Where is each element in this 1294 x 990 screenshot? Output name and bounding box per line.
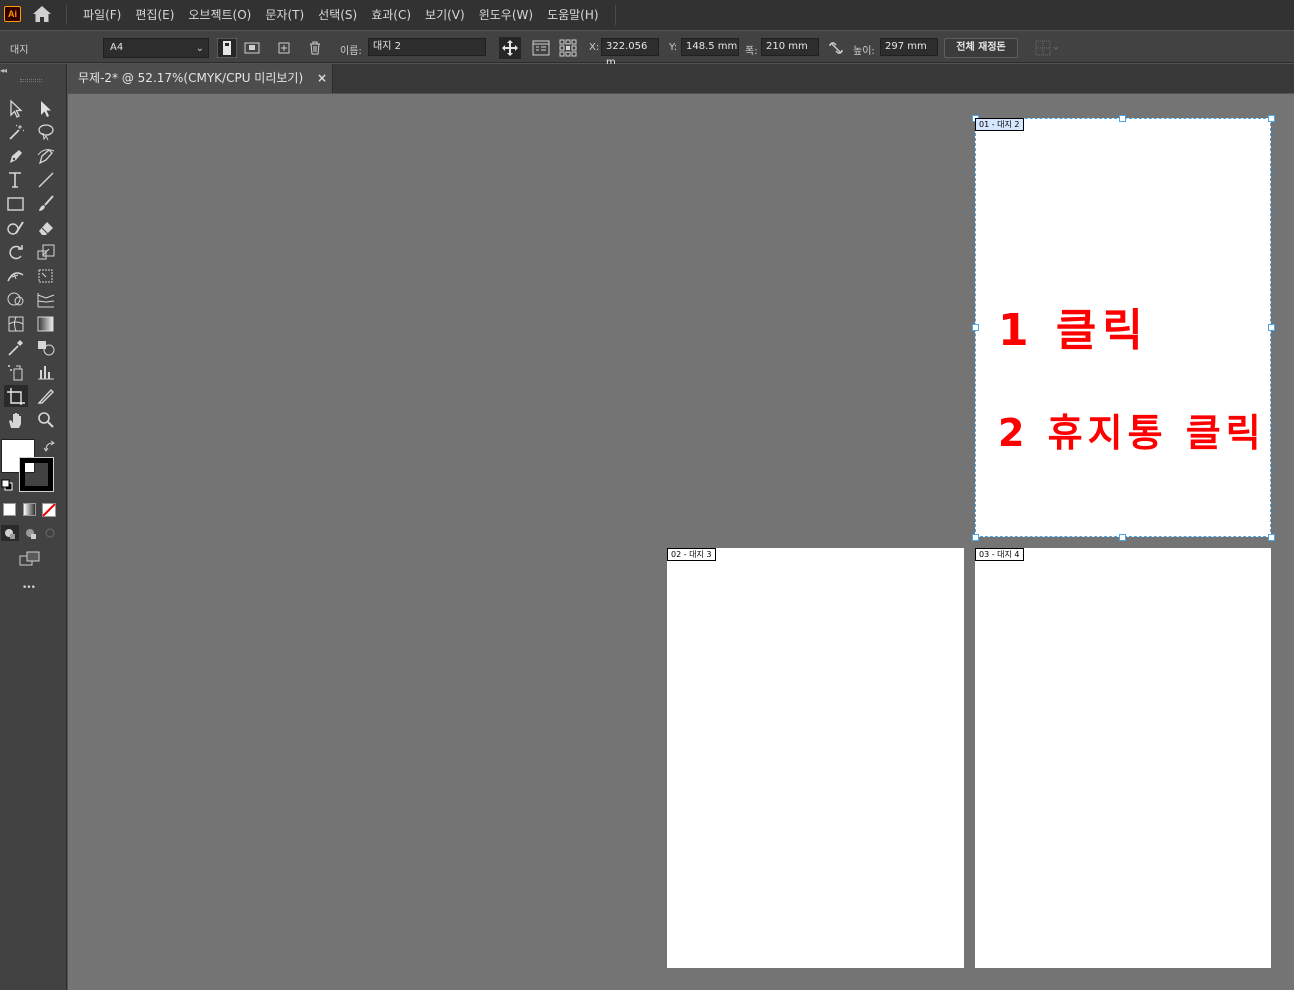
menu-divider bbox=[66, 5, 67, 25]
gradient-tool-icon[interactable] bbox=[34, 313, 58, 335]
blend-tool-icon[interactable] bbox=[34, 337, 58, 359]
shape-builder-tool-icon[interactable] bbox=[4, 289, 28, 311]
y-position-input[interactable]: 148.5 mm bbox=[681, 38, 739, 56]
menu-file[interactable]: 파일(F) bbox=[76, 0, 128, 30]
resize-handle-bottom-right[interactable] bbox=[1268, 534, 1275, 541]
eyedropper-tool-icon[interactable] bbox=[4, 337, 28, 359]
column-graph-tool-icon[interactable] bbox=[34, 361, 58, 383]
zoom-tool-icon[interactable] bbox=[34, 409, 58, 431]
menu-view[interactable]: 보기(V) bbox=[418, 0, 472, 30]
shaper-tool-icon[interactable] bbox=[4, 217, 28, 239]
hand-tool-icon[interactable] bbox=[4, 409, 28, 431]
panel-label: 대지 bbox=[10, 45, 29, 56]
annotation-step2: 2 휴지통 클릭 bbox=[998, 411, 1266, 455]
artboard-preset-select[interactable]: A4 ⌄ bbox=[103, 38, 209, 58]
portrait-orientation-icon[interactable] bbox=[217, 38, 237, 58]
collapse-panel-icon[interactable]: ◂◂ bbox=[0, 66, 7, 75]
default-colors-icon[interactable] bbox=[1, 479, 13, 491]
close-icon[interactable]: × bbox=[317, 64, 327, 92]
slice-tool-icon[interactable] bbox=[34, 385, 58, 407]
width-input[interactable]: 210 mm bbox=[761, 38, 819, 56]
pen-tool-icon[interactable] bbox=[4, 145, 28, 167]
artboard-3[interactable] bbox=[975, 548, 1271, 968]
artboard-tool-icon[interactable] bbox=[4, 385, 28, 407]
draw-normal-icon[interactable] bbox=[1, 525, 19, 541]
resize-handle-right[interactable] bbox=[1268, 324, 1275, 331]
width-tool-icon[interactable] bbox=[4, 265, 28, 287]
eraser-tool-icon[interactable] bbox=[34, 217, 58, 239]
rectangle-tool-icon[interactable] bbox=[4, 193, 28, 215]
symbol-sprayer-tool-icon[interactable] bbox=[4, 361, 28, 383]
artboard-name-input[interactable]: 대지 2 bbox=[368, 38, 486, 56]
gradient-mode-icon[interactable] bbox=[23, 503, 36, 516]
menu-items: 파일(F) 편집(E) 오브젝트(O) 문자(T) 선택(S) 효과(C) 보기… bbox=[76, 0, 606, 30]
annotation-step1: 1 클릭 bbox=[998, 305, 1149, 356]
line-tool-icon[interactable] bbox=[34, 169, 58, 191]
menu-object[interactable]: 오브젝트(O) bbox=[181, 0, 258, 30]
screen-mode-icon[interactable] bbox=[19, 551, 41, 567]
name-label: 이름: bbox=[340, 46, 362, 57]
align-options-icon[interactable] bbox=[1034, 38, 1062, 58]
menu-divider bbox=[615, 5, 616, 25]
canvas[interactable]: 01 - 대지 2 1 클릭 2 휴지통 클릭 02 - 대지 3 03 - 대… bbox=[68, 94, 1294, 990]
menu-bar: Ai 파일(F) 편집(E) 오브젝트(O) 문자(T) 선택(S) 효과(C)… bbox=[0, 0, 1294, 30]
chevron-down-icon: ⌄ bbox=[195, 43, 204, 54]
more-tools-button[interactable]: ••• bbox=[22, 583, 36, 593]
new-artboard-icon[interactable] bbox=[274, 38, 294, 58]
artboard-label-3[interactable]: 03 - 대지 4 bbox=[975, 548, 1024, 561]
width-label: 폭: bbox=[745, 46, 758, 57]
selection-tool-icon[interactable] bbox=[4, 97, 28, 119]
menu-type[interactable]: 문자(T) bbox=[258, 0, 311, 30]
menu-effect[interactable]: 효과(C) bbox=[364, 0, 418, 30]
free-transform-tool-icon[interactable] bbox=[34, 265, 58, 287]
trash-icon[interactable] bbox=[305, 38, 325, 58]
height-input[interactable]: 297 mm bbox=[880, 38, 938, 56]
artboard-label-1[interactable]: 01 - 대지 2 bbox=[975, 118, 1024, 131]
x-label: X: bbox=[589, 42, 600, 53]
mesh-tool-icon[interactable] bbox=[4, 313, 28, 335]
stroke-swatch[interactable] bbox=[19, 457, 54, 492]
resize-handle-bottom-left[interactable] bbox=[972, 534, 979, 541]
landscape-orientation-icon[interactable] bbox=[242, 38, 262, 58]
paintbrush-tool-icon[interactable] bbox=[34, 193, 58, 215]
resize-handle-top-right[interactable] bbox=[1268, 115, 1275, 122]
rotate-tool-icon[interactable] bbox=[4, 241, 28, 263]
height-label: 높이: bbox=[853, 46, 875, 57]
document-tab-bar: 무제-2* @ 52.17%(CMYK/CPU 미리보기) × bbox=[68, 64, 1294, 93]
align-grid-icon[interactable] bbox=[558, 38, 578, 58]
document-tab[interactable]: 무제-2* @ 52.17%(CMYK/CPU 미리보기) × bbox=[68, 64, 333, 93]
draw-behind-icon[interactable] bbox=[22, 525, 40, 541]
preset-value: A4 bbox=[110, 42, 124, 53]
magic-wand-tool-icon[interactable] bbox=[4, 121, 28, 143]
lasso-tool-icon[interactable] bbox=[34, 121, 58, 143]
color-mode-icon[interactable] bbox=[3, 503, 16, 516]
menu-select[interactable]: 선택(S) bbox=[311, 0, 364, 30]
perspective-grid-tool-icon[interactable] bbox=[34, 289, 58, 311]
none-mode-icon[interactable] bbox=[42, 503, 56, 517]
illustrator-logo-icon: Ai bbox=[4, 6, 21, 22]
y-label: Y: bbox=[669, 42, 678, 53]
artboard-label-2[interactable]: 02 - 대지 3 bbox=[667, 548, 716, 561]
panel-grip[interactable] bbox=[20, 79, 42, 82]
menu-help[interactable]: 도움말(H) bbox=[540, 0, 606, 30]
curvature-tool-icon[interactable] bbox=[34, 145, 58, 167]
draw-inside-icon[interactable] bbox=[42, 525, 60, 541]
resize-handle-bottom[interactable] bbox=[1119, 534, 1126, 541]
resize-handle-top[interactable] bbox=[1119, 115, 1126, 122]
artboard-options-icon[interactable] bbox=[531, 38, 551, 58]
menu-window[interactable]: 윈도우(W) bbox=[472, 0, 540, 30]
resize-handle-left[interactable] bbox=[972, 324, 979, 331]
artboard-2[interactable] bbox=[667, 548, 964, 968]
direct-selection-tool-icon[interactable] bbox=[34, 97, 58, 119]
x-position-input[interactable]: 322.056 m bbox=[601, 38, 659, 68]
menu-edit[interactable]: 편집(E) bbox=[128, 0, 181, 30]
document-tab-title: 무제-2* @ 52.17%(CMYK/CPU 미리보기) bbox=[78, 71, 304, 85]
home-icon[interactable] bbox=[32, 5, 52, 23]
scale-tool-icon[interactable] bbox=[34, 241, 58, 263]
swap-fill-stroke-icon[interactable] bbox=[43, 440, 57, 454]
unlink-icon[interactable] bbox=[826, 38, 846, 58]
type-tool-icon[interactable] bbox=[4, 169, 28, 191]
rearrange-all-button[interactable]: 전체 재정돈 bbox=[944, 38, 1018, 58]
move-with-artboard-icon[interactable] bbox=[499, 37, 521, 59]
